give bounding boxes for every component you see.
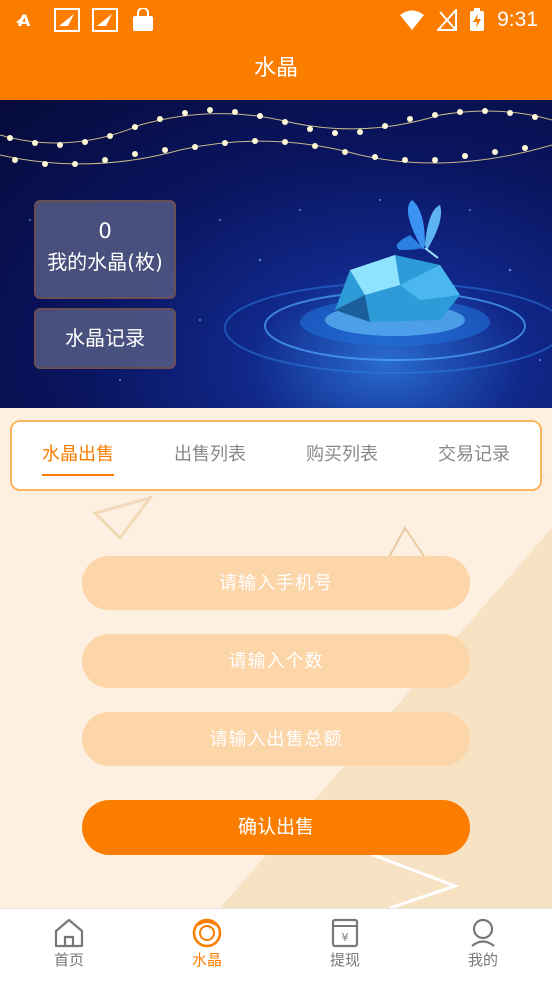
font-app-icon: A bbox=[16, 11, 31, 30]
nav-label-crystal: 水晶 bbox=[191, 951, 222, 969]
bird-app-icon bbox=[92, 8, 118, 32]
wifi-icon bbox=[400, 10, 425, 30]
nav-item-profile[interactable]: 我的 bbox=[414, 909, 552, 981]
svg-text:¥: ¥ bbox=[342, 931, 349, 944]
crystal-count-card: 0 我的水晶(枚) bbox=[34, 200, 176, 299]
no-signal-icon bbox=[437, 9, 458, 31]
bottom-nav: 首页 水晶 ¥ 提现 我的 bbox=[0, 908, 552, 981]
battery-charging-icon bbox=[470, 8, 485, 31]
total-amount-input[interactable] bbox=[82, 712, 470, 766]
crystal-icon bbox=[192, 918, 222, 948]
tab-sell-list[interactable]: 出售列表 bbox=[174, 440, 246, 472]
nav-item-crystal[interactable]: 水晶 bbox=[138, 909, 276, 981]
nav-label-withdraw: 提现 bbox=[329, 951, 360, 969]
tab-bar: 水晶出售 出售列表 购买列表 交易记录 bbox=[10, 420, 542, 491]
nav-label-home: 首页 bbox=[53, 951, 84, 969]
page-title: 水晶 bbox=[0, 42, 552, 100]
shopping-bag-icon bbox=[133, 8, 153, 31]
tab-buy-list[interactable]: 购买列表 bbox=[306, 440, 378, 472]
crystal-banner: 0 我的水晶(枚) 水晶记录 bbox=[0, 100, 552, 408]
crystal-record-button[interactable]: 水晶记录 bbox=[34, 308, 176, 369]
bird-app-icon bbox=[54, 8, 80, 32]
crystal-count-label: 我的水晶(枚) bbox=[47, 250, 163, 274]
crystal-count-value: 0 bbox=[98, 219, 112, 243]
nav-label-profile: 我的 bbox=[467, 951, 498, 969]
home-icon bbox=[54, 918, 84, 948]
phone-input[interactable] bbox=[82, 556, 470, 610]
withdraw-icon: ¥ bbox=[331, 918, 359, 948]
status-bar: A 9:31 bbox=[0, 0, 552, 42]
profile-icon bbox=[471, 918, 495, 947]
status-time: 9:31 bbox=[497, 8, 538, 31]
tab-crystal-sell[interactable]: 水晶出售 bbox=[42, 440, 114, 476]
nav-item-withdraw[interactable]: ¥ 提现 bbox=[276, 909, 414, 981]
confirm-sell-button[interactable]: 确认出售 bbox=[82, 800, 470, 855]
tab-trade-records[interactable]: 交易记录 bbox=[438, 440, 510, 472]
quantity-input[interactable] bbox=[82, 634, 470, 688]
nav-item-home[interactable]: 首页 bbox=[0, 909, 138, 981]
